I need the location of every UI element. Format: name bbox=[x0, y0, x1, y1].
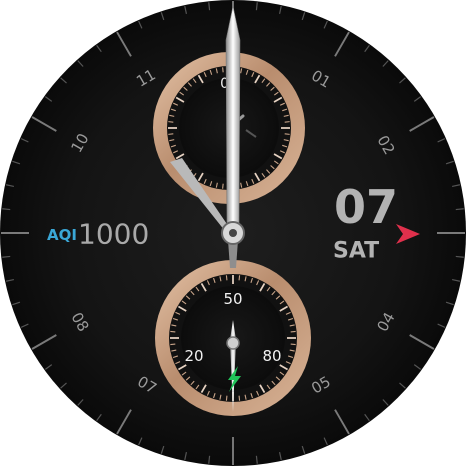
minute-hand bbox=[225, 5, 241, 226]
tick-minor bbox=[170, 343, 176, 346]
battery-hand-pivot bbox=[226, 336, 240, 350]
tick-minor bbox=[284, 121, 290, 123]
date-day: 07 bbox=[334, 180, 398, 234]
tick-minor bbox=[255, 455, 258, 464]
date-weekday: SAT bbox=[333, 239, 379, 264]
bottom-subdial-label-50: 50 bbox=[223, 290, 242, 308]
tick-minor bbox=[284, 133, 290, 135]
tick-minor bbox=[225, 395, 228, 401]
tick-minor bbox=[208, 2, 211, 11]
tick-minor bbox=[238, 275, 241, 281]
tick-minor bbox=[168, 121, 174, 123]
tick-minor bbox=[222, 183, 224, 189]
tick-minor bbox=[225, 275, 228, 281]
aqi-label: AQI bbox=[47, 226, 77, 244]
center-pivot-cap bbox=[229, 229, 237, 237]
watch-face: 01 02 04 05 07 08 10 11 01 50 20 bbox=[0, 0, 466, 466]
tick-minor bbox=[2, 255, 11, 258]
tick-minor bbox=[2, 208, 11, 211]
tick-minor bbox=[455, 255, 464, 258]
tick-minor bbox=[290, 330, 296, 333]
watch-screen: 01 02 04 05 07 08 10 11 01 50 20 bbox=[0, 0, 466, 466]
bottom-subdial: 50 20 80 bbox=[155, 260, 311, 416]
tick-minor bbox=[238, 395, 241, 401]
tick-minor bbox=[455, 208, 464, 211]
tick-minor bbox=[170, 330, 176, 333]
bottom-subdial-label-80: 80 bbox=[262, 347, 281, 365]
tick-minor bbox=[290, 343, 296, 346]
aqi-value: 1000 bbox=[78, 218, 149, 251]
tick-minor bbox=[255, 2, 258, 11]
bottom-subdial-label-20: 20 bbox=[184, 347, 203, 365]
tick-minor bbox=[208, 455, 211, 464]
tick-minor bbox=[168, 133, 174, 135]
tick-minor bbox=[222, 67, 224, 73]
